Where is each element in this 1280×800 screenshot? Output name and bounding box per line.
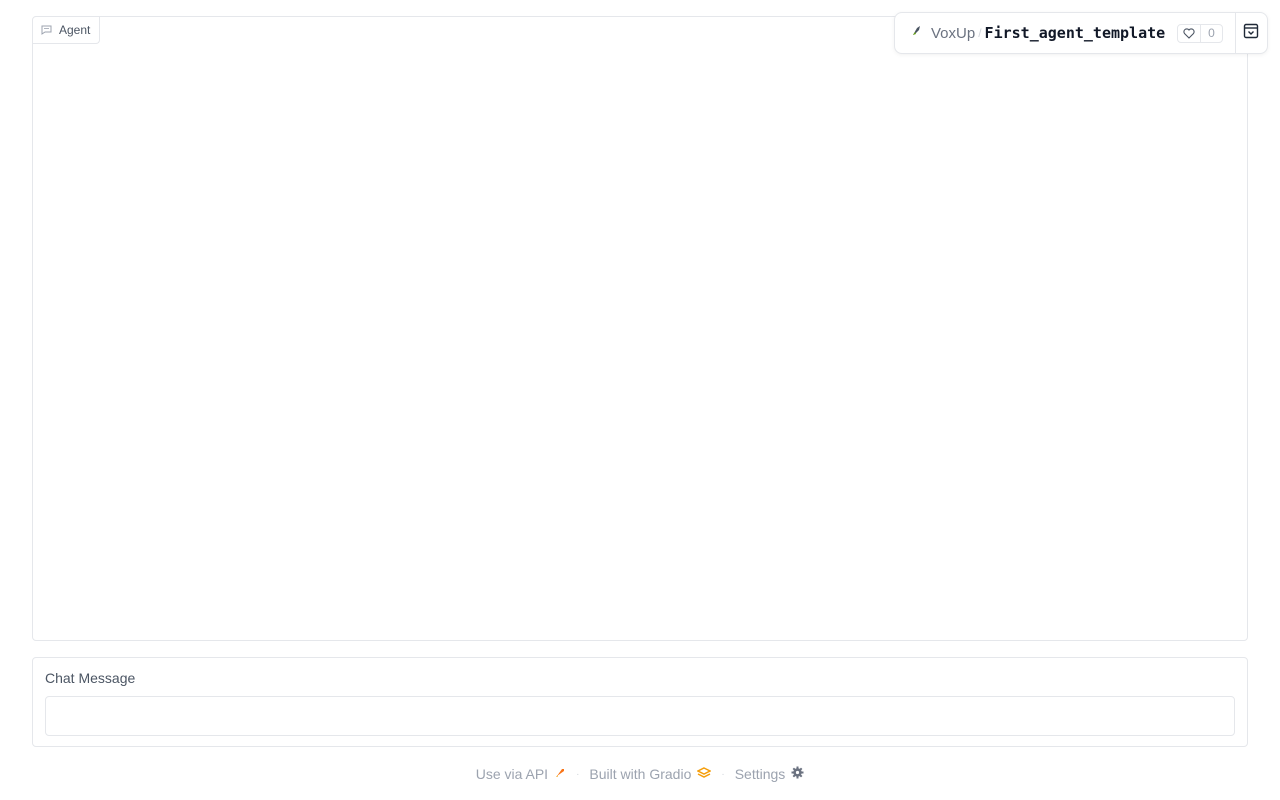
like-count: 0 bbox=[1208, 26, 1215, 40]
use-via-api-link[interactable]: Use via API bbox=[476, 766, 566, 782]
rocket-icon bbox=[554, 766, 566, 782]
space-info: VoxUp / First_agent_template 0 bbox=[895, 13, 1223, 53]
space-header-badge: VoxUp / First_agent_template 0 bbox=[894, 12, 1268, 54]
built-with-gradio-label: Built with Gradio bbox=[589, 766, 692, 782]
collapse-header-button[interactable] bbox=[1234, 13, 1267, 53]
chatbot-label-text: Agent bbox=[59, 23, 91, 37]
use-via-api-label: Use via API bbox=[475, 766, 549, 782]
footer-separator: · bbox=[721, 768, 725, 780]
space-logo-icon bbox=[911, 24, 923, 42]
chatbot-label: Agent bbox=[33, 17, 101, 44]
space-repo-link[interactable]: First_agent_template bbox=[985, 24, 1166, 42]
chat-message-input[interactable] bbox=[45, 696, 1235, 736]
collapse-icon bbox=[1243, 23, 1259, 44]
like-button[interactable]: 0 bbox=[1177, 23, 1223, 43]
chat-message-panel: Chat Message bbox=[32, 657, 1248, 747]
built-with-gradio-link[interactable]: Built with Gradio bbox=[589, 766, 713, 782]
chat-icon bbox=[41, 25, 52, 35]
gear-icon bbox=[791, 766, 804, 782]
settings-label: Settings bbox=[734, 766, 786, 782]
footer-separator: · bbox=[576, 768, 580, 780]
chat-message-label: Chat Message bbox=[45, 670, 136, 686]
footer: Use via API · Built with Gradio · Settin… bbox=[0, 763, 1280, 785]
gradio-logo-icon bbox=[696, 766, 713, 782]
space-owner-link[interactable]: VoxUp bbox=[931, 25, 975, 42]
heart-icon bbox=[1178, 24, 1202, 42]
space-path-separator: / bbox=[978, 26, 982, 40]
chatbot-panel: Agent bbox=[32, 16, 1248, 641]
settings-link[interactable]: Settings bbox=[735, 766, 805, 782]
